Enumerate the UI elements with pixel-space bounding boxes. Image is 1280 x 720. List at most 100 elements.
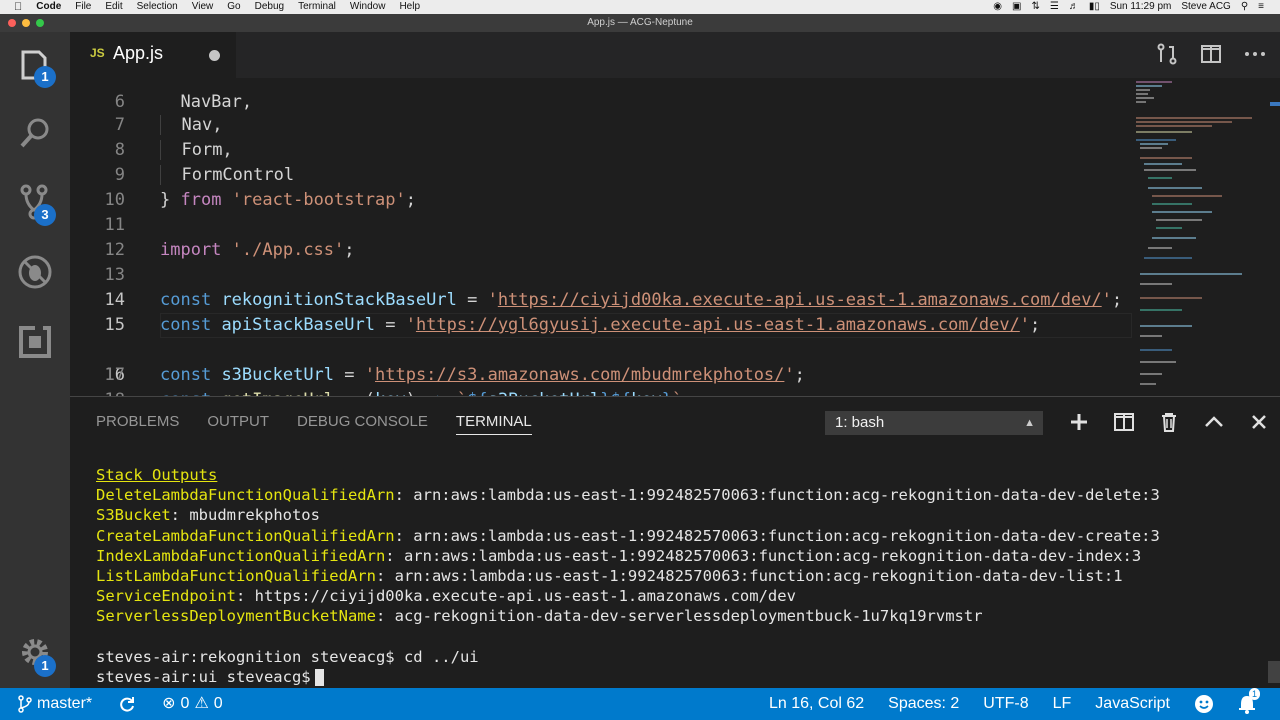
- terminal-row: CreateLambdaFunctionQualifiedArn: arn:aw…: [96, 526, 1160, 545]
- terminal-row: S3Bucket: mbudmrekphotos: [96, 506, 320, 525]
- tab-output[interactable]: OUTPUT: [207, 413, 269, 435]
- close-panel-icon[interactable]: [1248, 411, 1270, 433]
- select-arrows-icon: ▲: [1024, 417, 1035, 429]
- code-line-16: 16 const s3BucketUrl = 'https://s3.amazon…: [70, 313, 1132, 385]
- encoding[interactable]: UTF-8: [983, 688, 1028, 720]
- maximize-panel-icon[interactable]: [1203, 411, 1225, 433]
- kill-terminal-icon[interactable]: [1158, 411, 1180, 433]
- error-count: 0: [180, 695, 190, 712]
- tab-problems[interactable]: PROBLEMS: [96, 413, 179, 435]
- unsaved-dot-icon[interactable]: [209, 50, 220, 61]
- notification-count: 1: [1249, 688, 1261, 700]
- user-name[interactable]: Steve ACG: [1181, 0, 1230, 14]
- code-line-10: 10} from 'react-bootstrap';: [104, 190, 416, 210]
- sync-icon[interactable]: [118, 695, 136, 713]
- menu-debug[interactable]: Debug: [255, 0, 284, 14]
- wifi-icon[interactable]: ☰: [1050, 0, 1059, 14]
- code-line-18: 18const getImageUrl = (key) => `${s3Buck…: [70, 363, 1130, 396]
- code-line-17: 17: [104, 365, 125, 385]
- javascript-file-icon: JS: [90, 46, 105, 60]
- more-actions-icon[interactable]: [1244, 43, 1266, 65]
- code-line-13: 13: [104, 265, 125, 285]
- stack-outputs-heading: Stack Outputs: [96, 466, 218, 484]
- list-icon[interactable]: ≡: [1258, 0, 1264, 14]
- code-line-15: 15 const apiStackBaseUrl = 'https://ygl6g…: [104, 315, 1041, 335]
- mac-menubar:  Code File Edit Selection View Go Debug…: [0, 0, 1280, 14]
- terminal-row: IndexLambdaFunctionQualifiedArn: arn:aws…: [96, 546, 1142, 565]
- code-line-8: 8 Form,: [114, 140, 233, 160]
- end-of-line[interactable]: LF: [1053, 688, 1072, 720]
- extensions-icon[interactable]: [15, 322, 55, 362]
- editor-scrollbar[interactable]: [1266, 78, 1280, 396]
- camera-icon[interactable]: ◉: [993, 0, 1002, 14]
- battery-icon[interactable]: ▮▯: [1089, 0, 1100, 14]
- menu-edit[interactable]: Edit: [105, 0, 122, 14]
- menu-selection[interactable]: Selection: [137, 0, 178, 14]
- new-terminal-icon[interactable]: [1068, 411, 1090, 433]
- screen-icon[interactable]: ▣: [1012, 0, 1021, 14]
- menu-terminal[interactable]: Terminal: [298, 0, 336, 14]
- maximize-window-button[interactable]: [36, 19, 44, 27]
- indentation[interactable]: Spaces: 2: [888, 688, 959, 720]
- terminal-row: ListLambdaFunctionQualifiedArn: arn:aws:…: [96, 567, 1123, 586]
- status-bar: master* ⊗ 0 ⚠ 0 Ln 16, Col 62 Spaces: 2 …: [0, 688, 1280, 720]
- code-line-7: 7 Nav,: [114, 115, 223, 135]
- terminal-row: DeleteLambdaFunctionQualifiedArn: arn:aw…: [96, 486, 1160, 505]
- code-line-11: 11: [104, 215, 125, 235]
- search-icon[interactable]: ⚲: [1241, 0, 1248, 14]
- terminal-prompt: steves-air:ui steveacg$: [96, 668, 311, 687]
- window-title: App.js — ACG-Neptune: [587, 17, 693, 28]
- warning-icon: ⚠: [194, 695, 209, 712]
- menu-app[interactable]: Code: [36, 0, 61, 14]
- terminal-select-value: 1: bash: [835, 414, 885, 431]
- terminal-output[interactable]: Stack Outputs DeleteLambdaFunctionQualif…: [96, 465, 1256, 687]
- language-mode[interactable]: JavaScript: [1095, 688, 1170, 720]
- terminal-command-line: steves-air:rekognition steveacg$ cd ../u…: [96, 647, 479, 666]
- minimap[interactable]: [1132, 78, 1262, 396]
- close-window-button[interactable]: [8, 19, 16, 27]
- problems-status[interactable]: ⊗ 0 ⚠ 0: [162, 688, 223, 720]
- activity-bar: 1 3 1: [0, 32, 70, 688]
- volume-icon[interactable]: ♬: [1069, 0, 1079, 14]
- menu-file[interactable]: File: [75, 0, 91, 14]
- terminal-row: ServiceEndpoint: https://ciyijd00ka.exec…: [96, 587, 796, 606]
- split-editor-icon[interactable]: [1200, 43, 1222, 65]
- cursor-position[interactable]: Ln 16, Col 62: [769, 688, 864, 720]
- notifications[interactable]: 1: [1238, 688, 1261, 714]
- tab-debug-console[interactable]: DEBUG CONSOLE: [297, 413, 428, 435]
- source-control-badge: 3: [34, 204, 56, 226]
- code-line-9: 9 FormControl: [114, 165, 295, 185]
- split-terminal-icon[interactable]: [1113, 411, 1135, 433]
- minimize-window-button[interactable]: [22, 19, 30, 27]
- menu-view[interactable]: View: [192, 0, 214, 14]
- tab-terminal[interactable]: TERMINAL: [455, 413, 532, 435]
- debug-icon[interactable]: [15, 252, 55, 292]
- terminal-cursor: [314, 669, 324, 687]
- menu-help[interactable]: Help: [399, 0, 420, 14]
- tab-label: App.js: [113, 43, 164, 63]
- bluetooth-icon[interactable]: ⇅: [1031, 0, 1039, 14]
- terminal-scrollbar[interactable]: [1268, 661, 1280, 683]
- editor-tab-bar: JS App.js: [70, 32, 1280, 78]
- branch-name: master*: [37, 695, 93, 712]
- terminal-select[interactable]: 1: bash ▲: [825, 411, 1043, 435]
- window-titlebar: App.js — ACG-Neptune: [0, 14, 1280, 32]
- apple-icon[interactable]: : [14, 0, 22, 14]
- search-icon[interactable]: [15, 114, 55, 154]
- settings-badge: 1: [34, 655, 56, 677]
- code-line-12: 12 import './App.css';: [104, 240, 355, 260]
- clock[interactable]: Sun 11:29 pm: [1110, 0, 1172, 14]
- warning-count: 0: [213, 695, 223, 712]
- git-branch-icon: [18, 695, 32, 713]
- terminal-row: ServerlessDeploymentBucketName: acg-reko…: [96, 607, 983, 626]
- error-icon: ⊗: [162, 695, 176, 712]
- branch-status[interactable]: master*: [18, 688, 92, 720]
- menu-window[interactable]: Window: [350, 0, 386, 14]
- menu-go[interactable]: Go: [227, 0, 240, 14]
- explorer-badge: 1: [34, 66, 56, 88]
- tab-app-js[interactable]: JS App.js: [70, 32, 236, 78]
- open-changes-icon[interactable]: [1156, 43, 1178, 65]
- code-editor[interactable]: 6 NavBar, 7 Nav, 8 Form, 9 FormControl 1…: [70, 78, 1280, 396]
- bottom-panel: PROBLEMS OUTPUT DEBUG CONSOLE TERMINAL 1…: [70, 396, 1280, 689]
- feedback-smiley-icon[interactable]: [1194, 694, 1214, 714]
